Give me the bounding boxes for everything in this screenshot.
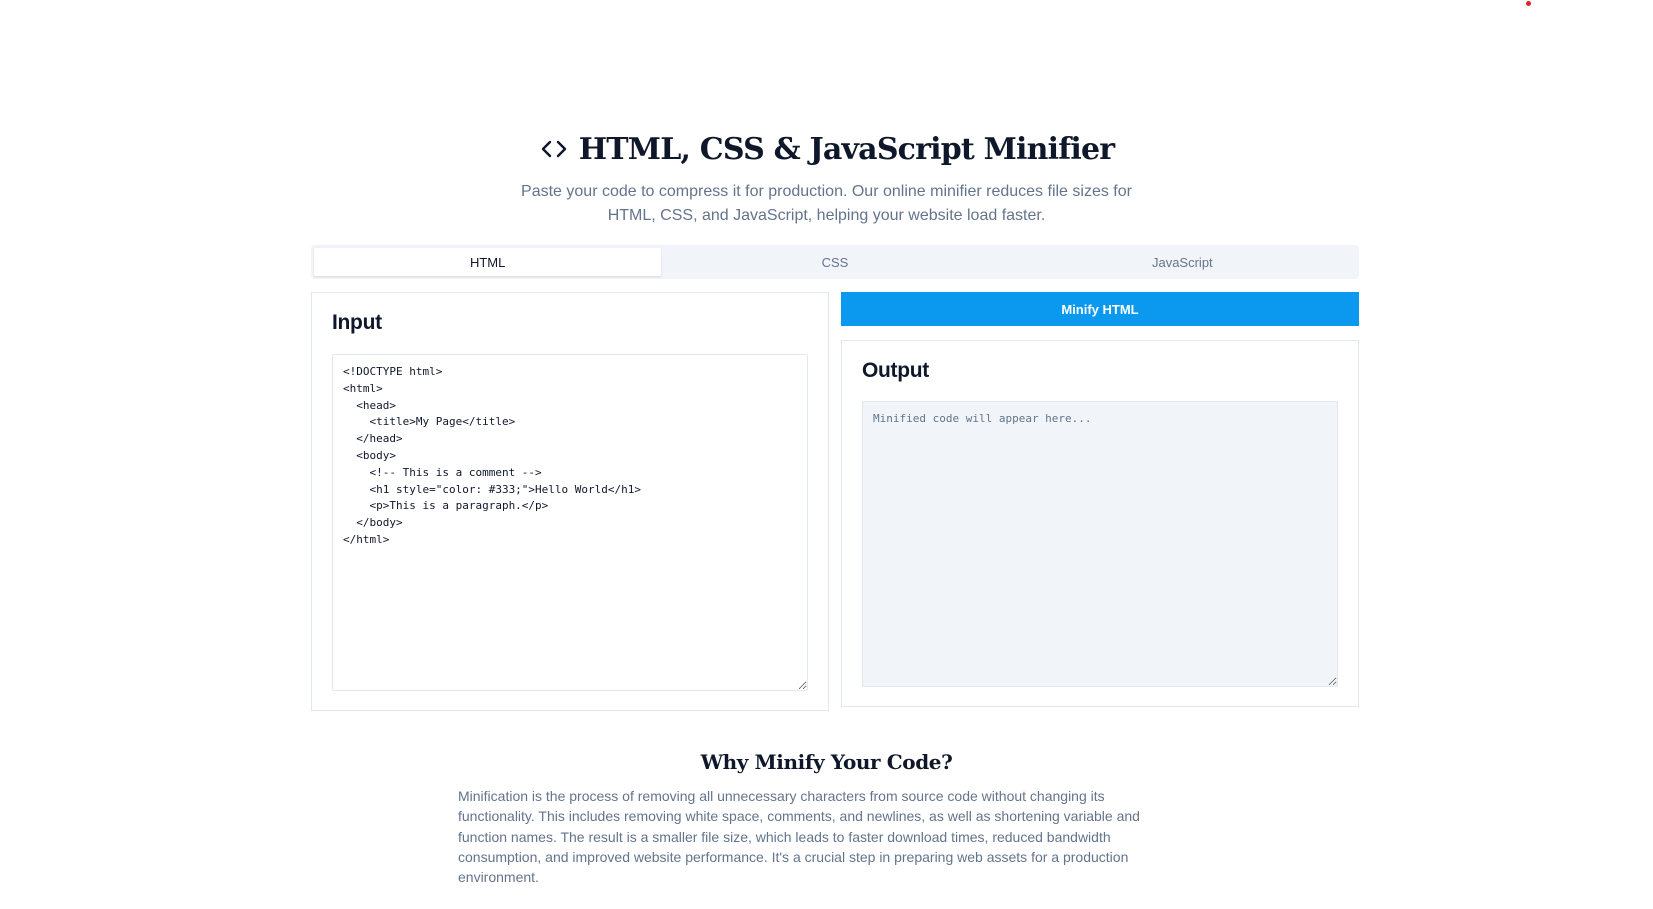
tab-javascript[interactable]: JavaScript	[1009, 248, 1356, 276]
tab-html[interactable]: HTML	[314, 248, 662, 276]
code-brackets-icon	[539, 134, 569, 164]
page-header: HTML, CSS & JavaScript Minifier Paste yo…	[0, 126, 1653, 228]
minify-button[interactable]: Minify HTML	[841, 292, 1359, 326]
input-panel: Input <!DOCTYPE html> <html> <head> <tit…	[311, 292, 829, 711]
tab-css[interactable]: CSS	[661, 248, 1008, 276]
status-indicator-dot	[1526, 1, 1531, 6]
page-title: HTML, CSS & JavaScript Minifier	[578, 131, 1115, 167]
output-panel-title: Output	[862, 359, 930, 382]
title-row: HTML, CSS & JavaScript Minifier	[0, 126, 1653, 172]
input-code-textarea[interactable]: <!DOCTYPE html> <html> <head> <title>My …	[332, 354, 808, 691]
page: HTML, CSS & JavaScript Minifier Paste yo…	[0, 0, 1653, 909]
input-panel-title: Input	[332, 311, 382, 334]
why-minify-title: Why Minify Your Code?	[700, 750, 953, 774]
why-minify-section: Why Minify Your Code? Minification is th…	[0, 750, 1653, 887]
why-minify-text: Minification is the process of removing …	[458, 788, 1140, 886]
output-code-textarea[interactable]	[862, 401, 1338, 687]
language-tabs: HTML CSS JavaScript	[311, 245, 1359, 279]
page-subtitle: Paste your code to compress it for produ…	[521, 183, 1132, 224]
output-panel: Output	[841, 340, 1359, 707]
